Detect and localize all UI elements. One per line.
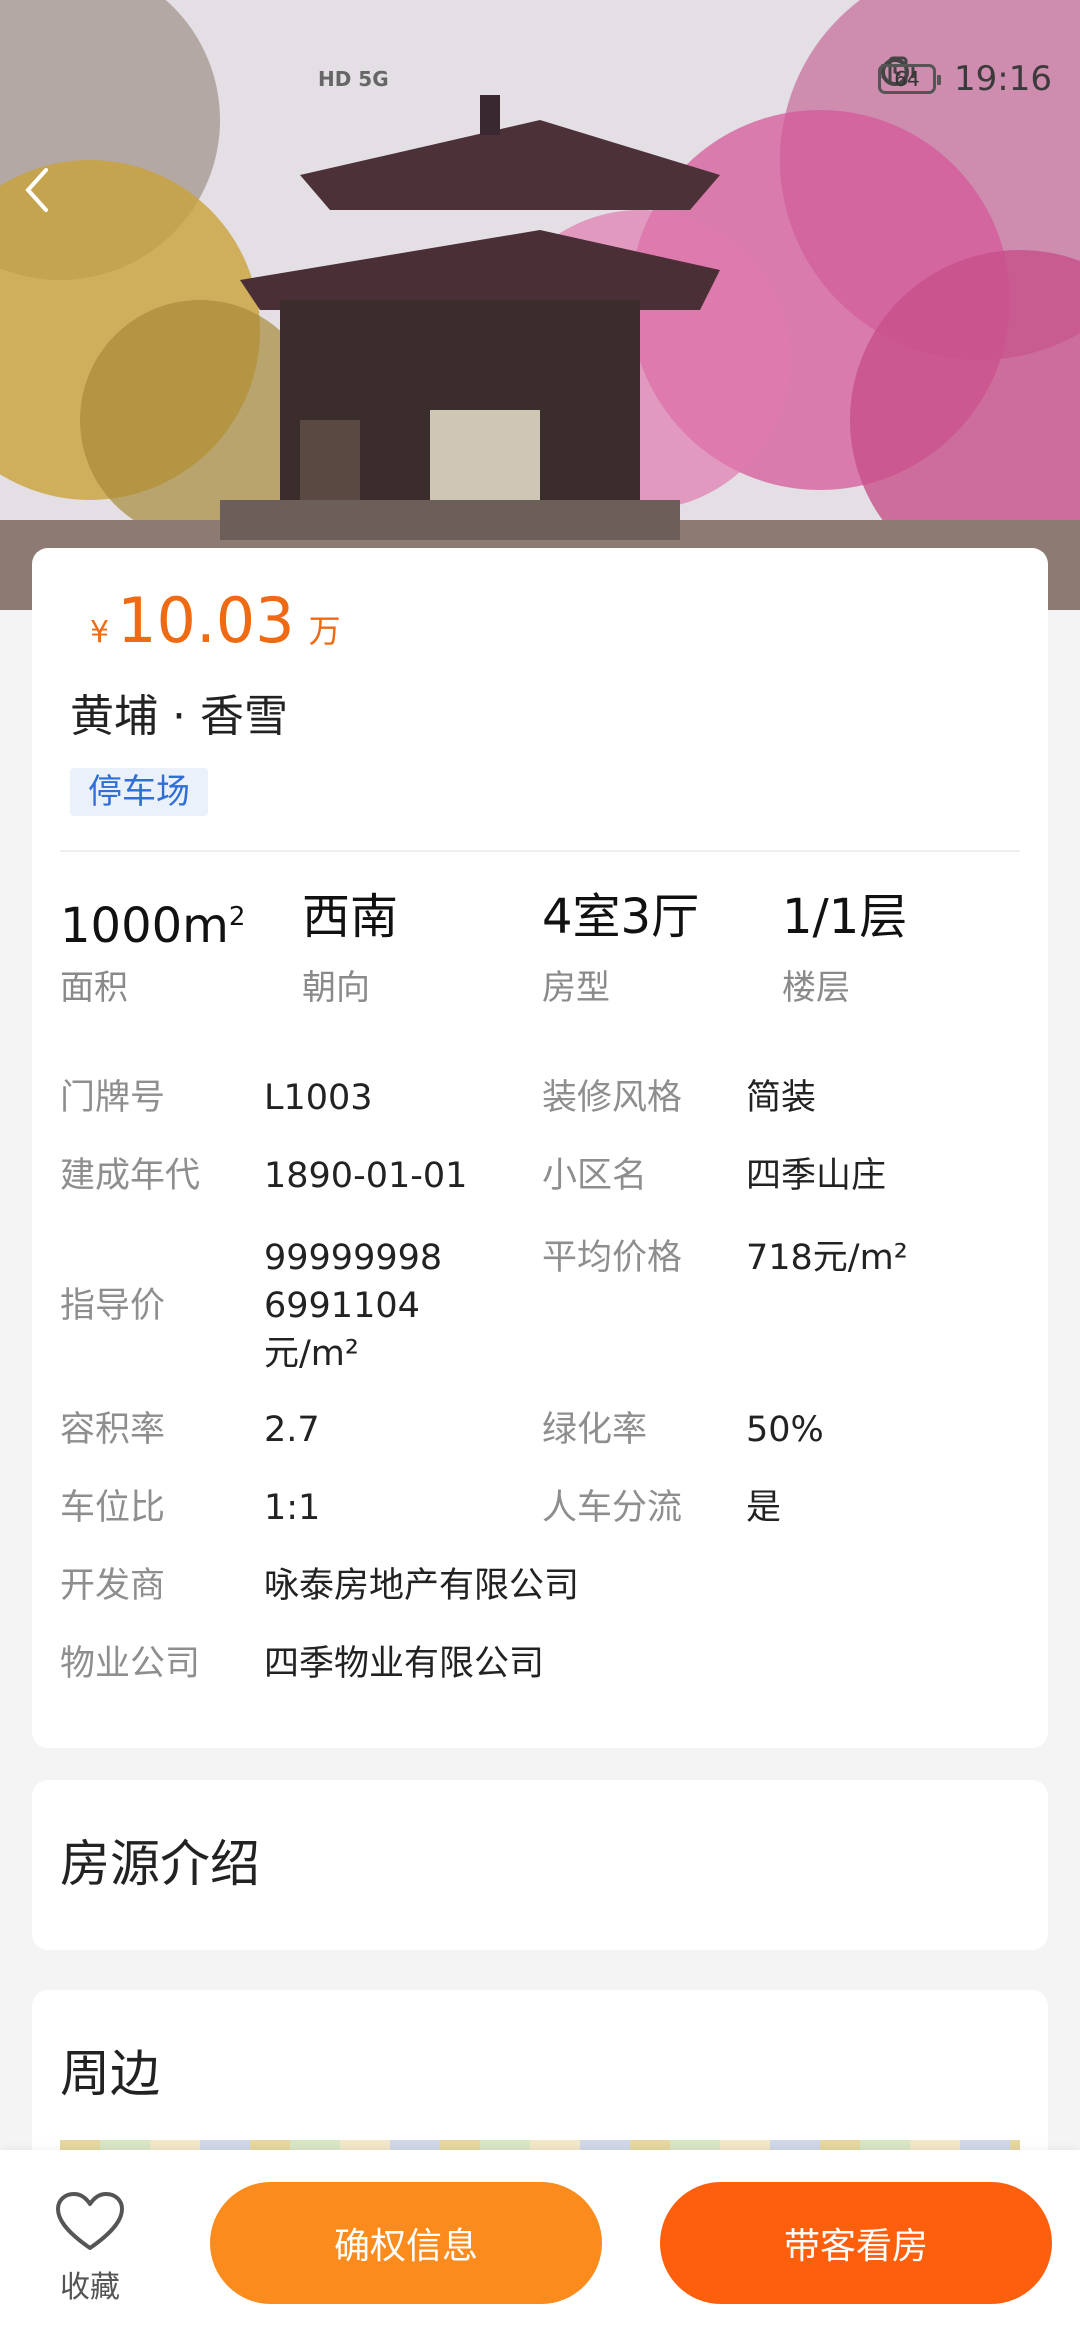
heart-icon (56, 2192, 124, 2250)
spec-layout-label: 房型 (542, 968, 610, 1008)
door-no-label: 门牌号 (60, 1078, 166, 1118)
decor-value: 简装 (746, 1078, 817, 1118)
spec-orientation-value: 西南 (302, 889, 399, 945)
built-value: 1890-01-01 (264, 1156, 468, 1196)
network-label: HD 5G (318, 67, 389, 91)
guide-price-value: 999999986991104元/m² (264, 1238, 443, 1374)
spec-layout: 4室3厅 房型 (542, 882, 782, 1009)
spec-layout-value: 4室3厅 (542, 889, 700, 945)
parking-ratio-value: 1:1 (264, 1488, 321, 1528)
developer-label: 开发商 (60, 1566, 166, 1606)
green-value: 50% (746, 1410, 824, 1450)
clock: 19:16 (954, 59, 1052, 99)
spec-area-label: 面积 (60, 968, 128, 1008)
far-value: 2.7 (264, 1410, 320, 1450)
spec-area-value: 1000m (60, 898, 229, 954)
door-no-value: L1003 (264, 1078, 373, 1118)
spec-floor-value: 1/1层 (782, 889, 908, 945)
separation-label: 人车分流 (542, 1488, 683, 1528)
listing-info-card: ¥ 10.03 万 黄埔 · 香雪 停车场 1000m2 面积 西南 朝向 4室… (32, 548, 1048, 1748)
network-indicator: HD 5G (318, 54, 389, 104)
listing-title: 黄埔 · 香雪 (70, 691, 288, 742)
status-bar-right: 64 19:16 (878, 54, 1052, 104)
bottom-action-bar: 收藏 确权信息 带客看房 (0, 2150, 1080, 2340)
price: ¥ 10.03 万 (90, 584, 341, 657)
listing-detail-page: HD 5G 64 19:16 ¥ 10.03 万 黄埔 · 香雪 停车场 100… (0, 0, 1080, 2340)
property-label: 物业公司 (60, 1644, 201, 1684)
nearby-title: 周边 (60, 2045, 160, 2103)
green-label: 绿化率 (542, 1410, 648, 1450)
parking-ratio-label: 车位比 (60, 1488, 166, 1528)
separation-value: 是 (746, 1488, 782, 1528)
price-unit: 万 (308, 612, 341, 650)
feature-tag: 停车场 (70, 768, 208, 816)
far-label: 容积率 (60, 1410, 166, 1450)
spec-area-sup: 2 (228, 902, 246, 932)
intro-section: 房源介绍 (32, 1780, 1048, 1950)
price-value: 10.03 (117, 584, 295, 657)
spec-orientation: 西南 朝向 (302, 882, 542, 1009)
battery-icon: 64 (878, 64, 942, 94)
decor-label: 装修风格 (542, 1078, 683, 1118)
spec-floor-label: 楼层 (782, 968, 850, 1008)
community-label: 小区名 (542, 1156, 648, 1196)
avg-price-value: 718元/m² (746, 1238, 908, 1278)
developer-value: 咏泰房地产有限公司 (264, 1566, 580, 1606)
intro-title: 房源介绍 (60, 1835, 260, 1893)
community-value: 四季山庄 (746, 1156, 887, 1196)
spec-area: 1000m2 面积 (60, 882, 300, 1009)
currency-symbol: ¥ (90, 615, 110, 650)
property-value: 四季物业有限公司 (264, 1644, 545, 1684)
back-arrow-icon (25, 168, 48, 212)
favorite-button[interactable]: 收藏 (50, 2190, 130, 2306)
built-label: 建成年代 (60, 1156, 201, 1196)
favorite-label: 收藏 (60, 2270, 120, 2305)
spec-orientation-label: 朝向 (302, 968, 370, 1008)
guide-price-label: 指导价 (60, 1286, 166, 1326)
divider (60, 850, 1020, 852)
spec-floor: 1/1层 楼层 (782, 882, 1022, 1009)
back-button[interactable] (22, 165, 72, 225)
confirm-rights-button[interactable]: 确权信息 (210, 2182, 602, 2304)
hero-photo: HD 5G 64 19:16 (0, 0, 1080, 610)
avg-price-label: 平均价格 (542, 1238, 683, 1278)
visit-with-client-button[interactable]: 带客看房 (660, 2182, 1052, 2304)
